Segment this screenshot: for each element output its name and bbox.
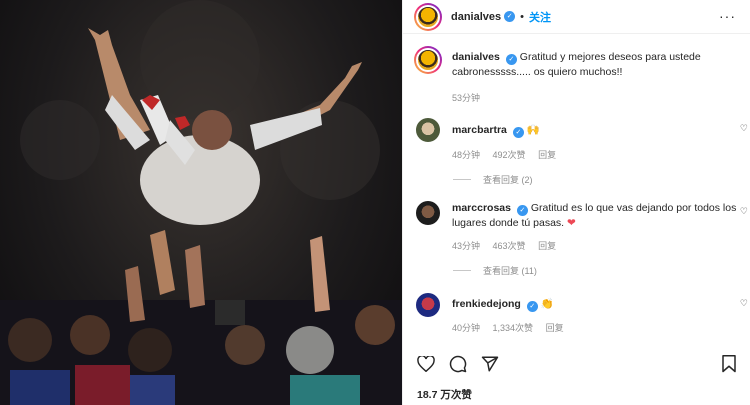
red-heart-emoji: ❤ <box>567 217 576 229</box>
more-icon[interactable]: ··· <box>719 8 736 24</box>
comment-icon[interactable] <box>447 353 469 375</box>
comment-time: 43分钟 <box>452 241 481 251</box>
view-replies-label: 查看回复 (2) <box>483 175 533 185</box>
comment-time: 40分钟 <box>452 323 481 333</box>
comment-likes[interactable]: 492次赞 <box>493 150 526 160</box>
comment-time: 48分钟 <box>452 150 481 160</box>
caption-text-block: danialves ✓ Gratitud y mejores deseos par… <box>452 50 738 80</box>
comment-likes[interactable]: 1,334次赞 <box>493 323 534 333</box>
comment-row: marccrosas ✓ Gratitud es lo que vas dejan… <box>403 199 750 252</box>
view-replies-button[interactable]: 查看回复 (11) <box>453 264 750 277</box>
heart-icon[interactable]: ♡ <box>740 206 748 217</box>
author-username[interactable]: danialves <box>451 11 501 23</box>
comment-meta: 48分钟 492次赞 回复 <box>452 148 738 161</box>
heart-icon[interactable] <box>415 353 437 375</box>
view-replies-label: 查看回复 (11) <box>483 266 537 276</box>
comment-text-block: marcbartra ✓ 🙌 <box>452 123 738 138</box>
reply-button[interactable]: 回复 <box>546 323 564 333</box>
likes-count[interactable]: 18.7 万次赞 <box>417 387 472 402</box>
post-photo[interactable] <box>0 0 402 405</box>
comment-meta: 43分钟 463次赞 回复 <box>452 239 738 252</box>
follow-button[interactable]: 关注 <box>529 9 551 25</box>
share-icon[interactable] <box>479 353 501 375</box>
comment-username[interactable]: frenkiedejong <box>452 298 521 310</box>
caption-time: 53分钟 <box>452 93 481 103</box>
comment-meta: 40分钟 1,334次赞 回复 <box>452 321 738 334</box>
verified-badge-icon: ✓ <box>505 54 517 65</box>
replies-divider-line <box>453 270 471 271</box>
verified-badge-icon: ✓ <box>526 301 538 312</box>
heart-icon[interactable]: ♡ <box>740 123 748 134</box>
reply-button[interactable]: 回复 <box>538 150 556 160</box>
heart-icon[interactable]: ♡ <box>740 298 748 309</box>
verified-badge-icon: ✓ <box>516 205 528 216</box>
comment-text-block: marccrosas ✓ Gratitud es lo que vas dejan… <box>452 201 738 231</box>
separator-dot: • <box>520 10 524 23</box>
caption-username[interactable]: danialves <box>452 51 500 63</box>
comment-username[interactable]: marccrosas <box>452 202 511 214</box>
caption-row: danialves ✓ Gratitud y mejores deseos par… <box>403 46 750 104</box>
reply-button[interactable]: 回复 <box>538 241 556 251</box>
replies-divider-line <box>453 179 471 180</box>
comment-avatar[interactable] <box>414 199 442 227</box>
comment-likes[interactable]: 463次赞 <box>493 241 526 251</box>
caption-meta: 53分钟 <box>452 91 738 104</box>
action-bar <box>415 352 740 376</box>
raised-hands-emoji: 🙌 <box>526 124 540 136</box>
verified-badge-icon: ✓ <box>504 11 516 22</box>
verified-badge-icon: ✓ <box>512 127 524 138</box>
author-avatar[interactable] <box>414 2 442 31</box>
bookmark-icon[interactable] <box>718 353 740 375</box>
comment-avatar[interactable] <box>414 116 442 144</box>
comments-list[interactable]: danialves ✓ Gratitud y mejores deseos par… <box>403 34 750 350</box>
post-side-panel: danialves ✓ • 关注 ··· danialves ✓ Gratitud… <box>402 0 750 405</box>
view-replies-button[interactable]: 查看回复 (2) <box>453 173 750 186</box>
comment-row: frenkiedejong ✓ 👏 40分钟 1,334次赞 回复 ♡ <box>403 291 750 334</box>
comment-username[interactable]: marcbartra <box>452 124 507 136</box>
comment-row: marcbartra ✓ 🙌 48分钟 492次赞 回复 ♡ <box>403 116 750 161</box>
player-celebration-image <box>0 0 402 405</box>
caption-avatar[interactable] <box>414 46 442 74</box>
comment-avatar[interactable] <box>414 291 442 319</box>
comment-text-block: frenkiedejong ✓ 👏 <box>452 297 738 312</box>
instagram-post: danialves ✓ • 关注 ··· danialves ✓ Gratitud… <box>0 0 750 405</box>
clapping-hands-emoji: 👏 <box>540 298 554 310</box>
post-header: danialves ✓ • 关注 ··· <box>403 0 750 34</box>
